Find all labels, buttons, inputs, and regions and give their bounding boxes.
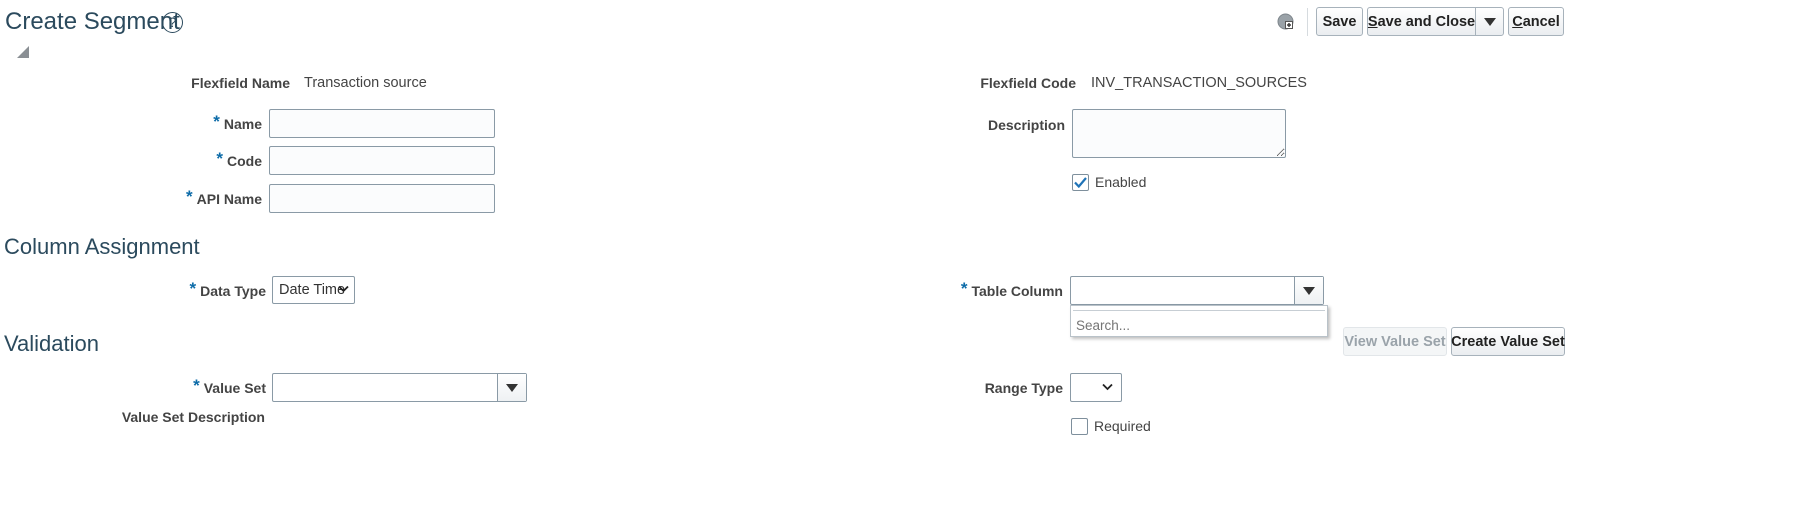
table-column-dropdown-button[interactable] [1294, 277, 1323, 304]
page-title: Create Segment [5, 8, 180, 35]
required-star: * [189, 279, 197, 298]
value-set-description-label: Value Set Description [121, 409, 265, 425]
help-circle-icon[interactable]: ? [162, 12, 183, 33]
name-label: * Name [213, 112, 262, 132]
flexfield-code-value: INV_TRANSACTION_SOURCES [1091, 75, 1307, 91]
data-type-value: Date Time [279, 282, 346, 298]
required-star: * [213, 112, 220, 131]
required-star: * [186, 187, 193, 206]
api-name-input[interactable] [269, 184, 495, 213]
required-star: * [193, 376, 200, 395]
save-and-close-label: ave and Close [1377, 13, 1476, 30]
caret-down-icon [1483, 17, 1496, 26]
view-value-set-button[interactable]: View Value Set [1343, 327, 1447, 356]
cancel-button[interactable]: Cancel [1508, 7, 1564, 36]
table-column-combobox[interactable] [1070, 276, 1324, 305]
table-column-dropdown-popup [1070, 305, 1328, 337]
caret-down-icon [506, 383, 518, 392]
required-star: * [216, 149, 223, 168]
flexfield-name-value: Transaction source [304, 75, 427, 91]
description-label: Description [987, 117, 1065, 133]
code-label: * Code [216, 149, 262, 169]
save-and-close-mnemonic: S [1367, 13, 1378, 30]
required-label: Required [1094, 418, 1151, 434]
name-input[interactable] [269, 109, 495, 138]
data-type-select[interactable]: Date Time [272, 276, 355, 304]
save-and-close-button[interactable]: Save and Close [1367, 7, 1476, 36]
code-input[interactable] [269, 146, 495, 175]
enabled-label: Enabled [1095, 174, 1147, 190]
required-checkbox[interactable] [1071, 418, 1088, 435]
flexfield-code-label: Flexfield Code [980, 75, 1076, 91]
personalize-icon[interactable] [1277, 13, 1294, 30]
create-value-set-button[interactable]: Create Value Set [1451, 327, 1565, 356]
chevron-down-icon [338, 285, 349, 293]
cancel-label: ancel [1522, 13, 1560, 30]
collapse-triangle-icon[interactable] [17, 46, 29, 58]
table-column-search-input[interactable] [1074, 314, 1318, 336]
save-button[interactable]: Save [1316, 7, 1363, 36]
popup-divider [1073, 310, 1325, 311]
enabled-checkbox[interactable] [1072, 174, 1089, 191]
save-options-dropdown-button[interactable] [1475, 7, 1504, 36]
chevron-down-icon [1102, 383, 1113, 390]
data-type-label: * Data Type [189, 279, 267, 299]
api-name-label: * API Name [186, 187, 262, 207]
range-type-select[interactable] [1070, 373, 1122, 402]
required-star: * [960, 279, 968, 298]
caret-down-icon [1303, 286, 1315, 295]
cancel-mnemonic: C [1512, 13, 1523, 30]
value-set-label: * Value Set [193, 376, 266, 396]
toolbar-divider [1307, 8, 1308, 36]
validation-heading: Validation [4, 331, 99, 356]
table-column-label: * Table Column [960, 279, 1063, 299]
checkmark-icon [1074, 177, 1087, 188]
value-set-dropdown-button[interactable] [497, 374, 526, 401]
value-set-combobox[interactable] [272, 373, 527, 402]
flexfield-name-label: Flexfield Name [191, 75, 290, 91]
range-type-label: Range Type [984, 380, 1063, 396]
column-assignment-heading: Column Assignment [4, 234, 200, 259]
description-textarea[interactable] [1072, 109, 1286, 158]
